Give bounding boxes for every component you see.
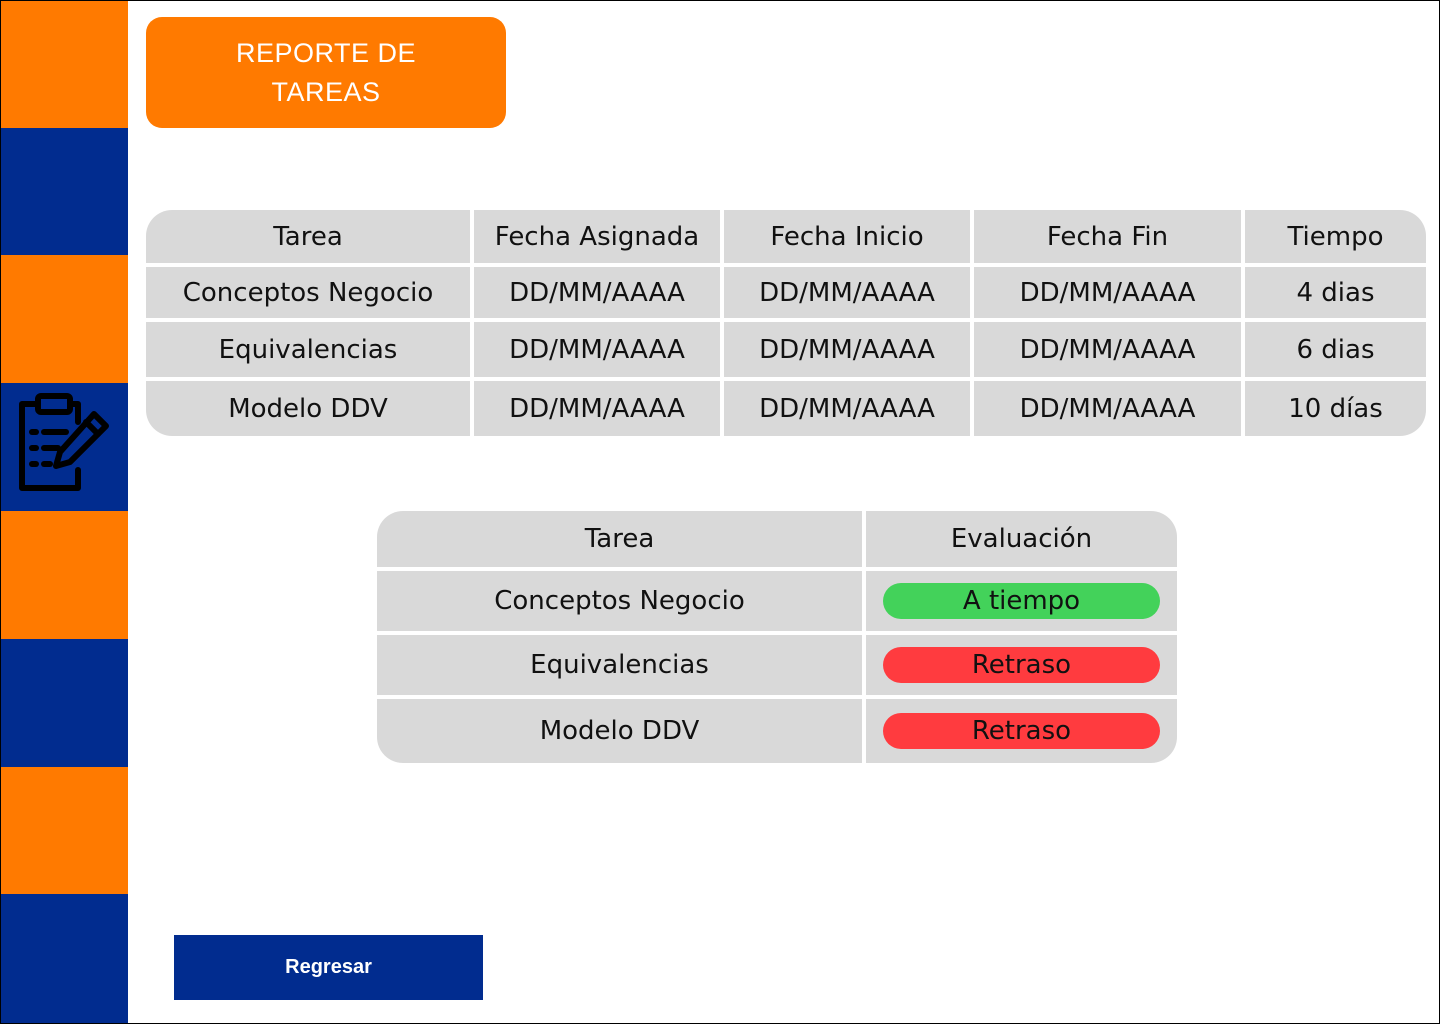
sidebar-stripe bbox=[0, 511, 128, 639]
page-title-box: REPORTE DE TAREAS bbox=[146, 17, 506, 128]
table-header: Tarea bbox=[146, 210, 470, 263]
table-cell: DD/MM/AAAA bbox=[474, 267, 720, 318]
page-title: REPORTE DE TAREAS bbox=[235, 37, 417, 107]
table-cell: DD/MM/AAAA bbox=[724, 381, 970, 436]
sidebar-stripe bbox=[0, 894, 128, 1024]
sidebar-stripe bbox=[0, 639, 128, 767]
table-cell: Equivalencias bbox=[146, 322, 470, 377]
table-cell: DD/MM/AAAA bbox=[474, 381, 720, 436]
table-cell: DD/MM/AAAA bbox=[974, 322, 1241, 377]
table-cell: DD/MM/AAAA bbox=[474, 322, 720, 377]
status-badge: Retraso bbox=[883, 647, 1160, 683]
table-header: Tarea bbox=[377, 511, 862, 567]
table-header: Evaluación bbox=[866, 511, 1177, 567]
table-header: Fecha Inicio bbox=[724, 210, 970, 263]
table-header: Fecha Asignada bbox=[474, 210, 720, 263]
status-cell: A tiempo bbox=[866, 571, 1177, 631]
table-header: Tiempo bbox=[1245, 210, 1426, 263]
table-cell: 4 dias bbox=[1245, 267, 1426, 318]
table-cell: DD/MM/AAAA bbox=[974, 267, 1241, 318]
status-badge: A tiempo bbox=[883, 583, 1160, 619]
sidebar-stripe bbox=[0, 0, 128, 128]
table-cell: DD/MM/AAAA bbox=[974, 381, 1241, 436]
status-cell: Retraso bbox=[866, 635, 1177, 695]
table-cell: Modelo DDV bbox=[377, 699, 862, 763]
table-header: Fecha Fin bbox=[974, 210, 1241, 263]
clipboard-edit-icon[interactable] bbox=[14, 392, 114, 496]
sidebar bbox=[0, 0, 128, 1024]
table-cell: Modelo DDV bbox=[146, 381, 470, 436]
table-cell: 6 dias bbox=[1245, 322, 1426, 377]
evaluation-table: Tarea Evaluación Conceptos Negocio A tie… bbox=[377, 511, 1177, 763]
table-cell: DD/MM/AAAA bbox=[724, 267, 970, 318]
sidebar-stripe bbox=[0, 255, 128, 383]
status-badge: Retraso bbox=[883, 713, 1160, 749]
table-cell: DD/MM/AAAA bbox=[724, 322, 970, 377]
table-cell: 10 días bbox=[1245, 381, 1426, 436]
sidebar-stripe bbox=[0, 128, 128, 255]
status-cell: Retraso bbox=[866, 699, 1177, 763]
sidebar-stripe bbox=[0, 767, 128, 894]
table-cell: Equivalencias bbox=[377, 635, 862, 695]
back-button[interactable]: Regresar bbox=[174, 935, 483, 1000]
table-cell: Conceptos Negocio bbox=[377, 571, 862, 631]
table-cell: Conceptos Negocio bbox=[146, 267, 470, 318]
tasks-table: Tarea Fecha Asignada Fecha Inicio Fecha … bbox=[146, 210, 1426, 436]
